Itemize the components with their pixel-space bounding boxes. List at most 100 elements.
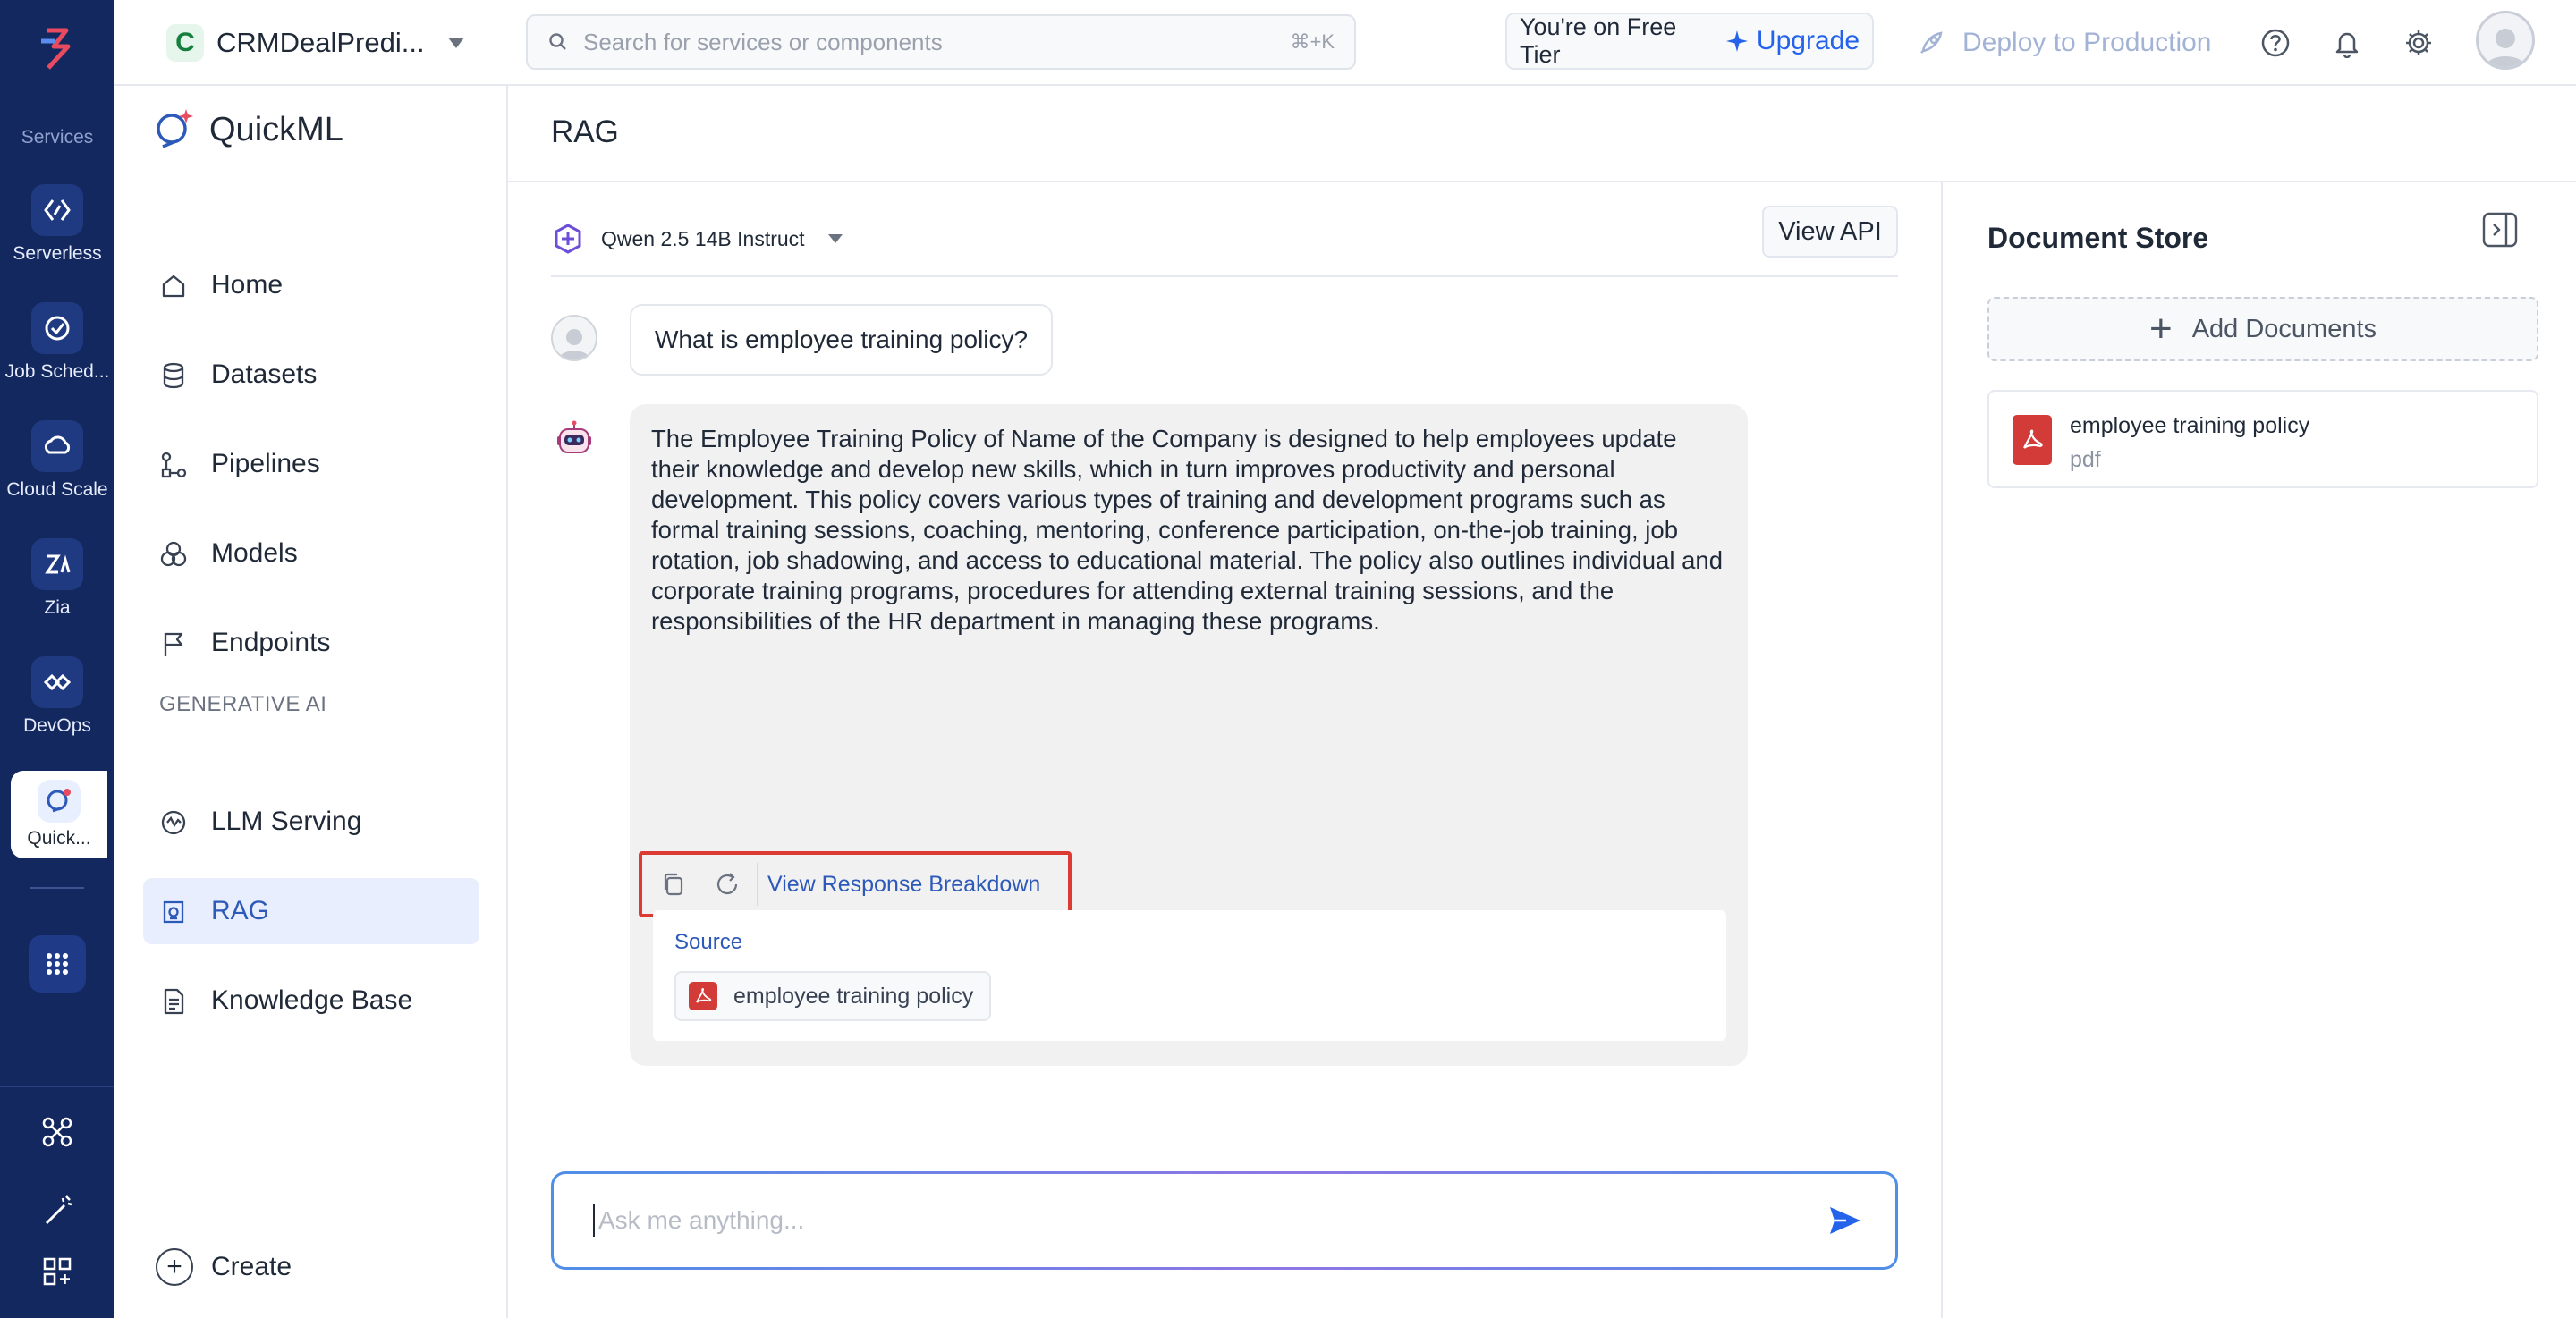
rail-item-zia[interactable]: Zia bbox=[0, 538, 114, 619]
integrations-button[interactable] bbox=[0, 1114, 114, 1150]
nav-item-label: Home bbox=[211, 270, 284, 300]
source-document-chip[interactable]: employee training policy bbox=[674, 971, 992, 1021]
rail-item-cloud-scale[interactable]: Cloud Scale bbox=[0, 420, 114, 501]
source-label: Source bbox=[674, 930, 743, 954]
rail-item-label: DevOps bbox=[23, 715, 91, 736]
document-type: pdf bbox=[2070, 447, 2101, 472]
rail-item-label: Cloud Scale bbox=[6, 479, 108, 500]
quickml-sidebar: QuickML Home Datasets Pipelines Models E… bbox=[114, 86, 508, 1318]
search-shortcut: ⌘+K bbox=[1290, 30, 1335, 53]
add-documents-button[interactable]: + Add Documents bbox=[1987, 297, 2538, 361]
nav-item-pipelines[interactable]: Pipelines bbox=[143, 431, 479, 497]
project-badge: C bbox=[166, 24, 204, 62]
view-api-button[interactable]: View API bbox=[1762, 206, 1898, 258]
collapse-panel-button[interactable] bbox=[2479, 209, 2521, 250]
quickml-icon bbox=[38, 780, 80, 823]
bot-message-text: The Employee Training Policy of Name of … bbox=[651, 425, 1724, 635]
plus-circle-icon: + bbox=[156, 1248, 193, 1286]
nav-item-home[interactable]: Home bbox=[143, 252, 479, 318]
catalyst-logo-icon bbox=[41, 28, 71, 70]
rail-item-job-scheduling[interactable]: Job Sched... bbox=[0, 302, 114, 383]
pdf-icon bbox=[689, 982, 717, 1010]
flag-icon bbox=[164, 632, 183, 656]
nav-item-label: Endpoints bbox=[211, 628, 331, 657]
copy-icon bbox=[664, 873, 683, 896]
send-icon bbox=[1830, 1207, 1860, 1234]
tier-banner: You're on Free Tier Upgrade bbox=[1505, 13, 1874, 70]
settings-button[interactable] bbox=[2401, 25, 2436, 61]
nav-item-knowledge-base[interactable]: Knowledge Base bbox=[143, 967, 479, 1034]
robot-icon bbox=[557, 420, 591, 453]
nav-item-datasets[interactable]: Datasets bbox=[143, 342, 479, 408]
refresh-icon bbox=[716, 873, 738, 895]
deploy-to-production-button[interactable]: Deploy to Production bbox=[1916, 21, 2212, 64]
actions-divider bbox=[757, 863, 758, 906]
cloud-scale-icon bbox=[31, 420, 83, 472]
message-actions: View Response Breakdown bbox=[639, 851, 1072, 917]
devops-icon bbox=[31, 656, 83, 708]
chevron-down-icon bbox=[827, 234, 843, 243]
upgrade-label: Upgrade bbox=[1756, 26, 1860, 55]
tier-text: You're on Free Tier bbox=[1520, 13, 1677, 68]
regenerate-button[interactable] bbox=[708, 866, 746, 903]
chat-input[interactable] bbox=[593, 1204, 1818, 1237]
models-icon bbox=[160, 541, 187, 567]
serverless-icon bbox=[31, 184, 83, 236]
deploy-label: Deploy to Production bbox=[1962, 28, 2212, 57]
rag-icon bbox=[163, 900, 184, 924]
model-bar: Qwen 2.5 14B Instruct View API bbox=[551, 202, 1898, 277]
view-response-breakdown-link[interactable]: View Response Breakdown bbox=[767, 872, 1040, 898]
nav-item-llm-serving[interactable]: LLM Serving bbox=[143, 789, 479, 855]
nav-item-models[interactable]: Models bbox=[143, 520, 479, 587]
page-title: RAG bbox=[551, 114, 619, 149]
quickml-brand[interactable]: QuickML bbox=[150, 104, 343, 156]
user-message-avatar bbox=[551, 315, 597, 361]
apps-grid-button[interactable] bbox=[0, 935, 114, 993]
source-card: Source employee training policy bbox=[653, 910, 1726, 1041]
model-selector[interactable]: Qwen 2.5 14B Instruct bbox=[551, 222, 843, 256]
nav-item-label: LLM Serving bbox=[211, 807, 362, 836]
project-name: CRMDealPredi... bbox=[216, 27, 425, 58]
help-button[interactable] bbox=[2258, 25, 2293, 61]
rail-item-label: Quick... bbox=[27, 828, 91, 849]
rail-item-quickml[interactable]: Quick... bbox=[11, 771, 107, 858]
nav-item-endpoints[interactable]: Endpoints bbox=[143, 610, 479, 676]
nav-item-rag[interactable]: RAG bbox=[143, 878, 479, 944]
apps-grid-icon bbox=[29, 935, 86, 993]
notifications-button[interactable] bbox=[2329, 25, 2365, 61]
search-placeholder: Search for services or components bbox=[583, 28, 943, 55]
widgets-icon bbox=[43, 1257, 72, 1286]
document-card[interactable]: employee training policy pdf bbox=[1987, 390, 2538, 488]
widgets-button[interactable] bbox=[0, 1255, 114, 1288]
home-icon bbox=[162, 275, 185, 298]
upgrade-button[interactable]: Upgrade bbox=[1724, 26, 1860, 56]
zia-icon bbox=[31, 538, 83, 590]
bot-message: The Employee Training Policy of Name of … bbox=[630, 404, 1748, 1066]
nav-item-label: Models bbox=[211, 538, 298, 568]
create-button[interactable]: + Create bbox=[156, 1248, 292, 1286]
create-label: Create bbox=[211, 1252, 292, 1281]
rocket-icon bbox=[1920, 31, 1943, 54]
database-icon bbox=[163, 362, 184, 389]
nav-item-label: Pipelines bbox=[211, 449, 320, 478]
rail-item-devops[interactable]: DevOps bbox=[0, 656, 114, 737]
top-bar: C CRMDealPredi... Search for services or… bbox=[114, 0, 2576, 86]
add-documents-label: Add Documents bbox=[2191, 314, 2377, 343]
rail-item-serverless[interactable]: Serverless bbox=[0, 184, 114, 265]
brand-name: QuickML bbox=[209, 110, 343, 148]
global-search[interactable]: Search for services or components ⌘+K bbox=[526, 14, 1356, 70]
nav-item-label: Datasets bbox=[211, 359, 318, 389]
send-button[interactable] bbox=[1818, 1194, 1872, 1247]
integrations-icon bbox=[42, 1117, 72, 1147]
project-switcher[interactable]: C CRMDealPredi... bbox=[166, 20, 464, 66]
copy-button[interactable] bbox=[655, 866, 692, 903]
nav-item-label: RAG bbox=[211, 896, 270, 925]
source-document-name: employee training policy bbox=[733, 983, 974, 1009]
qwen-logo-icon bbox=[555, 224, 581, 254]
chat-composer bbox=[551, 1171, 1898, 1270]
chat-area: Qwen 2.5 14B Instruct View API What is e… bbox=[508, 182, 1941, 1318]
bot-avatar bbox=[551, 417, 597, 463]
user-avatar[interactable] bbox=[2476, 11, 2535, 70]
magic-tools-button[interactable] bbox=[0, 1193, 114, 1229]
catalyst-logo[interactable] bbox=[27, 18, 88, 79]
